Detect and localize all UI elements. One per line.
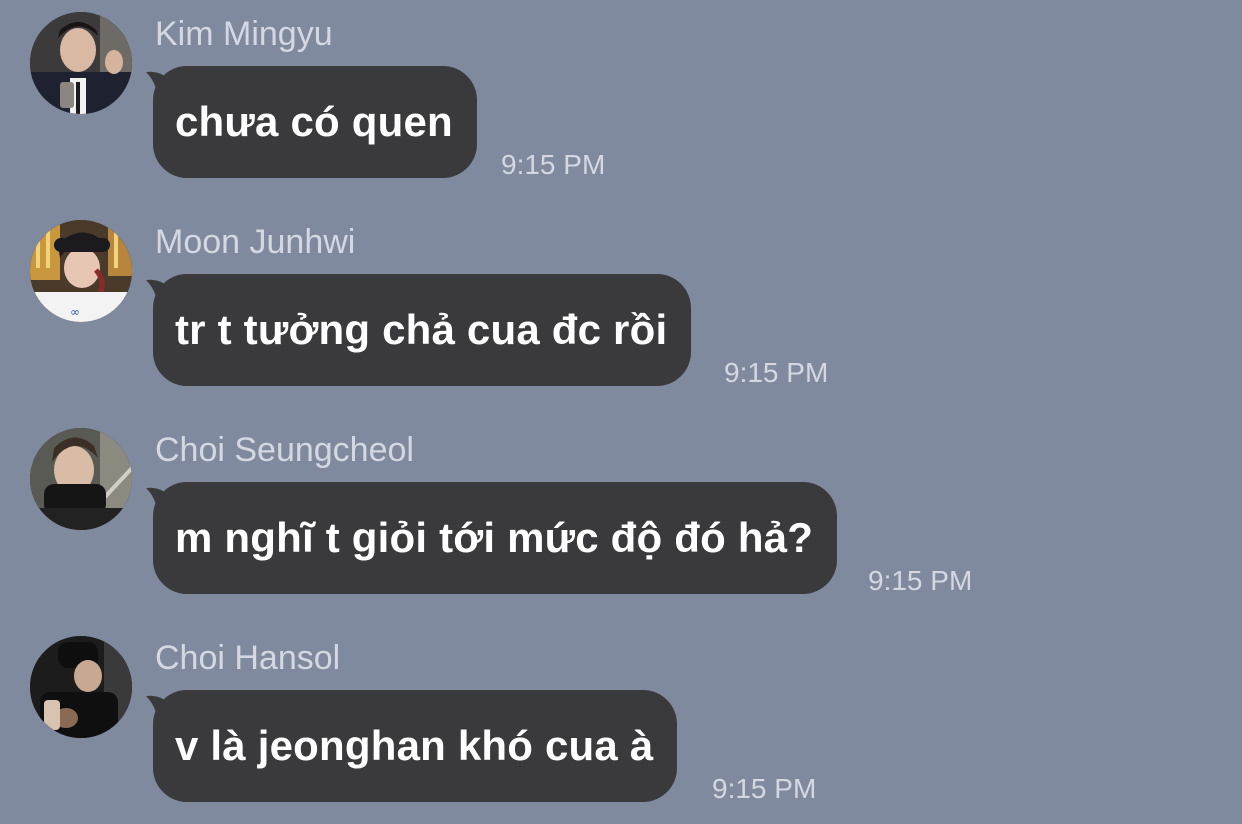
message-time: 9:15 PM [501,149,606,180]
message-row: Choi Seungcheol m nghĩ t giỏi tới mức độ… [0,416,1242,616]
svg-text:∞: ∞ [70,305,80,319]
message-row: ∞ Moon Junhwi tr t tưởng chả cua đc rồi … [0,208,1242,408]
moon-junhwi-avatar: ∞ [30,220,132,322]
avatar[interactable] [30,636,132,738]
message-bubble[interactable]: m nghĩ t giỏi tới mức độ đó hả? [153,482,838,594]
message-row: Choi Hansol v là jeonghan khó cua à 9:15… [0,624,1242,824]
sender-name: Kim Mingyu [155,15,333,53]
message-time: 9:15 PM [724,357,829,388]
message-row: Kim Mingyu chưa có quen 9:15 PM [0,0,1242,200]
avatar[interactable] [30,12,132,114]
sender-name: Choi Hansol [155,639,341,677]
message-bubble[interactable]: v là jeonghan khó cua à [153,690,678,802]
avatar[interactable]: ∞ [30,220,132,322]
choi-hansol-avatar [30,636,132,738]
message-bubble[interactable]: tr t tưởng chả cua đc rồi [153,274,692,386]
choi-seungcheol-avatar [30,428,132,530]
sender-name: Moon Junhwi [155,223,356,261]
message-time: 9:15 PM [868,565,973,596]
avatar[interactable] [30,428,132,530]
kim-mingyu-avatar [30,12,132,114]
message-bubble[interactable]: chưa có quen [153,66,477,178]
chat-thread: Kim Mingyu chưa có quen 9:15 PM ∞ Moon J… [0,0,1242,818]
message-time: 9:15 PM [712,773,817,804]
sender-name: Choi Seungcheol [155,431,414,469]
